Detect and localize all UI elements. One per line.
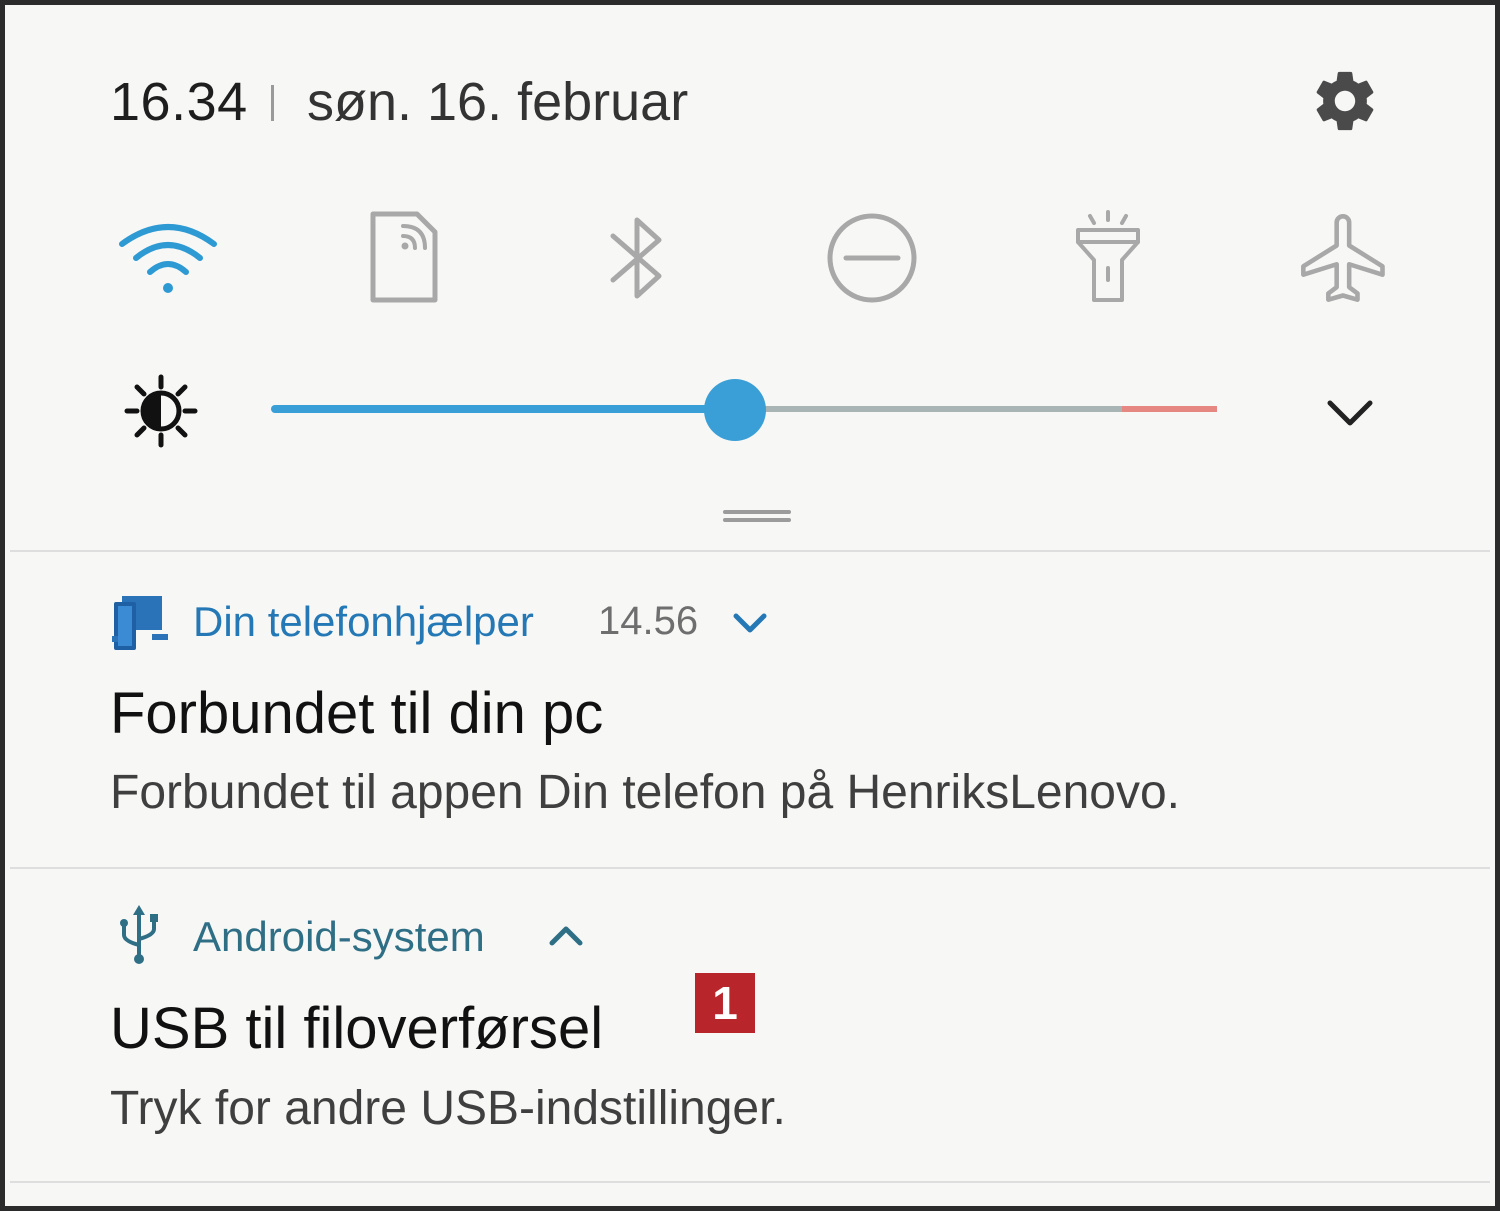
notification-title: USB til filoverførsel (110, 996, 604, 1061)
notification-title: Forbundet til din pc (110, 681, 604, 746)
nfc-toggle[interactable] (348, 203, 458, 313)
wifi-toggle[interactable] (113, 203, 223, 313)
notification-app-name: Din telefonhjælper (193, 598, 534, 645)
notification-collapse-button[interactable] (544, 913, 588, 957)
notification-text: Forbundet til appen Din telefon på Henri… (110, 766, 1181, 819)
step-badge: 1 (695, 973, 755, 1033)
flashlight-toggle[interactable] (1053, 203, 1163, 313)
header-separator (271, 85, 274, 121)
flashlight-icon (1076, 210, 1140, 302)
wifi-icon (119, 224, 217, 293)
clock: 16.34 (110, 72, 248, 132)
notification-usb[interactable]: Android-system USB til filoverførsel Try… (10, 869, 1500, 1181)
notification-time: 14.56 (598, 599, 699, 643)
do-not-disturb-icon (827, 213, 917, 303)
divider (10, 1181, 1490, 1183)
chevron-down-icon (733, 613, 767, 633)
phone-link-icon (108, 592, 172, 656)
drag-handle[interactable] (723, 510, 791, 524)
chevron-up-icon (549, 926, 583, 946)
date: søn. 16. februar (307, 72, 689, 132)
notification-shade: 16.34 søn. 16. februar Din telefonhjælpe… (0, 0, 1500, 1211)
brightness-icon (123, 373, 199, 449)
bluetooth-toggle[interactable] (583, 203, 693, 313)
gear-icon (1316, 71, 1374, 131)
brightness-slider-rest (734, 406, 1123, 412)
expand-quick-settings-button[interactable] (1315, 377, 1385, 447)
brightness-slider-thumb[interactable] (703, 379, 766, 441)
bluetooth-icon (610, 217, 662, 299)
chevron-down-icon (1327, 400, 1373, 426)
usb-icon (114, 905, 164, 965)
brightness-slider-warning-zone (1122, 406, 1217, 412)
notification-expand-button[interactable] (728, 602, 772, 646)
notification-phone-link[interactable]: Din telefonhjælper 14.56 Forbundet til d… (10, 552, 1500, 868)
nfc-icon (370, 211, 438, 303)
notification-app-name: Android-system (193, 913, 485, 960)
settings-button[interactable] (1305, 61, 1385, 141)
airplane-mode-icon (1301, 214, 1385, 302)
brightness-slider-fill (271, 405, 735, 413)
do-not-disturb-toggle[interactable] (817, 203, 927, 313)
notification-text: Tryk for andre USB-indstillinger. (110, 1082, 786, 1135)
airplane-mode-toggle[interactable] (1290, 203, 1400, 313)
